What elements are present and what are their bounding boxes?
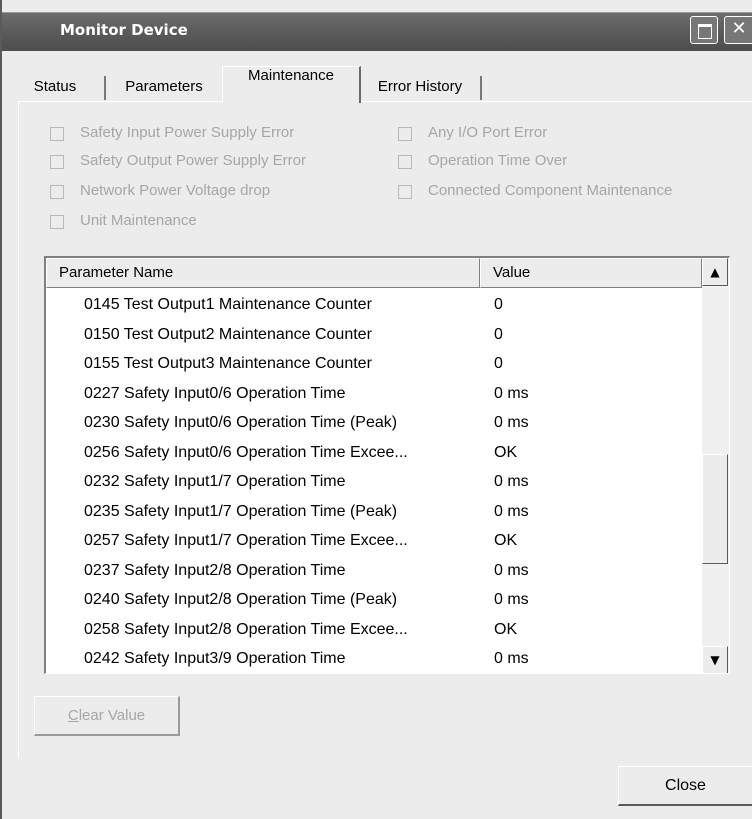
- table-row[interactable]: 0230 Safety Input0/6 Operation Time (Pea…: [46, 410, 700, 439]
- checkbox-label: Any I/O Port Error: [428, 124, 548, 141]
- checkbox-any-io-port-error[interactable]: [398, 127, 412, 141]
- parameter-name-cell: 0227 Safety Input0/6 Operation Time: [84, 384, 346, 402]
- table-row[interactable]: 0150 Test Output2 Maintenance Counter 0: [46, 322, 700, 351]
- scroll-up-button[interactable]: ▲: [702, 258, 728, 286]
- checkbox-operation-time-over[interactable]: [398, 155, 412, 169]
- checkbox-label: Unit Maintenance: [80, 212, 197, 229]
- value-cell: 0 ms: [494, 650, 529, 667]
- close-window-button[interactable]: ✕: [724, 16, 752, 44]
- tab-maintenance[interactable]: Maintenance: [222, 66, 361, 103]
- vertical-scrollbar[interactable]: ▲ ▼: [702, 258, 729, 673]
- tab-parameters[interactable]: Parameters: [108, 72, 220, 102]
- value-cell: OK: [494, 443, 518, 461]
- value-cell: 0: [494, 355, 503, 372]
- parameter-name-cell: 0235 Safety Input1/7 Operation Time (Pea…: [84, 502, 398, 520]
- parameter-name-cell: 0145 Test Output1 Maintenance Counter: [84, 296, 372, 313]
- checkbox-safety-input-power-supply-error[interactable]: [50, 127, 64, 141]
- checkbox-safety-output-power-supply-error[interactable]: [50, 155, 64, 169]
- checkbox-label: Connected Component Maintenance: [428, 182, 673, 199]
- column-header-value[interactable]: Value: [480, 258, 702, 288]
- table-row[interactable]: 0235 Safety Input1/7 Operation Time (Pea…: [46, 499, 700, 528]
- table-row[interactable]: 0232 Safety Input1/7 Operation Time 0 ms: [46, 469, 700, 498]
- value-cell: 0 ms: [494, 473, 529, 490]
- parameter-name-cell: 0237 Safety Input2/8 Operation Time: [84, 561, 346, 579]
- tab-error-history[interactable]: Error History: [362, 72, 478, 102]
- value-cell: 0: [494, 296, 503, 313]
- value-cell: 0 ms: [494, 591, 529, 608]
- window-title: Monitor Device: [60, 21, 188, 39]
- value-cell: 0 ms: [494, 502, 529, 520]
- table-row[interactable]: 0237 Safety Input2/8 Operation Time 0 ms: [46, 558, 700, 587]
- parameter-name-cell: 0232 Safety Input1/7 Operation Time: [84, 473, 346, 490]
- value-cell: 0: [494, 325, 503, 343]
- table-row[interactable]: 0227 Safety Input0/6 Operation Time 0 ms: [46, 381, 700, 410]
- clear-value-button[interactable]: Clear Value: [34, 696, 180, 736]
- parameter-name-cell: 0230 Safety Input0/6 Operation Time (Pea…: [84, 414, 398, 431]
- value-cell: 0 ms: [494, 414, 529, 431]
- checkbox-label: Safety Input Power Supply Error: [80, 124, 295, 141]
- table-row[interactable]: 0145 Test Output1 Maintenance Counter 0: [46, 292, 700, 321]
- monitor-device-window: Monitor Device ✕ Status Parameters Maint…: [0, 0, 752, 819]
- parameter-name-cell: 0150 Test Output2 Maintenance Counter: [84, 325, 372, 343]
- table-row[interactable]: 0242 Safety Input3/9 Operation Time 0 ms: [46, 646, 700, 673]
- table-row[interactable]: 0155 Test Output3 Maintenance Counter 0: [46, 351, 700, 380]
- column-header-parameter-name[interactable]: Parameter Name: [46, 258, 480, 288]
- table-row[interactable]: 0256 Safety Input0/6 Operation Time Exce…: [46, 440, 700, 469]
- checkbox-network-power-voltage-drop[interactable]: [50, 185, 64, 199]
- tab-status[interactable]: Status: [8, 72, 102, 102]
- parameter-name-cell: 0258 Safety Input2/8 Operation Time Exce…: [84, 620, 408, 638]
- table-row[interactable]: 0257 Safety Input1/7 Operation Time Exce…: [46, 528, 700, 557]
- close-button[interactable]: Close: [618, 766, 752, 806]
- value-cell: 0 ms: [494, 561, 529, 579]
- clear-value-mnemonic: C: [67, 707, 79, 724]
- parameter-name-cell: 0155 Test Output3 Maintenance Counter: [84, 355, 372, 372]
- tab-divider: [480, 76, 482, 100]
- maximize-button[interactable]: [690, 16, 718, 44]
- checkbox-connected-component-maintenance[interactable]: [398, 185, 412, 199]
- checkbox-unit-maintenance[interactable]: [50, 215, 64, 229]
- checkbox-label: Network Power Voltage drop: [80, 182, 271, 199]
- parameter-grid: Parameter Name Value 0145 Test Output1 M…: [44, 256, 730, 674]
- tab-divider: [104, 76, 106, 100]
- parameter-name-cell: 0240 Safety Input2/8 Operation Time (Pea…: [84, 591, 398, 608]
- clear-value-label: lear Value: [78, 707, 146, 724]
- scroll-down-button[interactable]: ▼: [702, 646, 728, 673]
- value-cell: OK: [494, 620, 518, 638]
- value-cell: OK: [494, 532, 518, 549]
- parameter-name-cell: 0242 Safety Input3/9 Operation Time: [84, 650, 346, 667]
- parameter-name-cell: 0256 Safety Input0/6 Operation Time Exce…: [84, 443, 408, 461]
- value-cell: 0 ms: [494, 384, 529, 402]
- maximize-icon: [698, 24, 712, 39]
- arrow-down-icon: ▼: [710, 653, 720, 667]
- scrollbar-thumb[interactable]: [702, 454, 728, 564]
- table-row[interactable]: 0258 Safety Input2/8 Operation Time Exce…: [46, 617, 700, 646]
- table-row[interactable]: 0240 Safety Input2/8 Operation Time (Pea…: [46, 587, 700, 616]
- arrow-up-icon: ▲: [710, 265, 720, 279]
- checkbox-label: Safety Output Power Supply Error: [80, 152, 306, 169]
- checkbox-label: Operation Time Over: [428, 152, 568, 169]
- close-icon: ✕: [731, 18, 747, 39]
- parameter-name-cell: 0257 Safety Input1/7 Operation Time Exce…: [84, 532, 408, 549]
